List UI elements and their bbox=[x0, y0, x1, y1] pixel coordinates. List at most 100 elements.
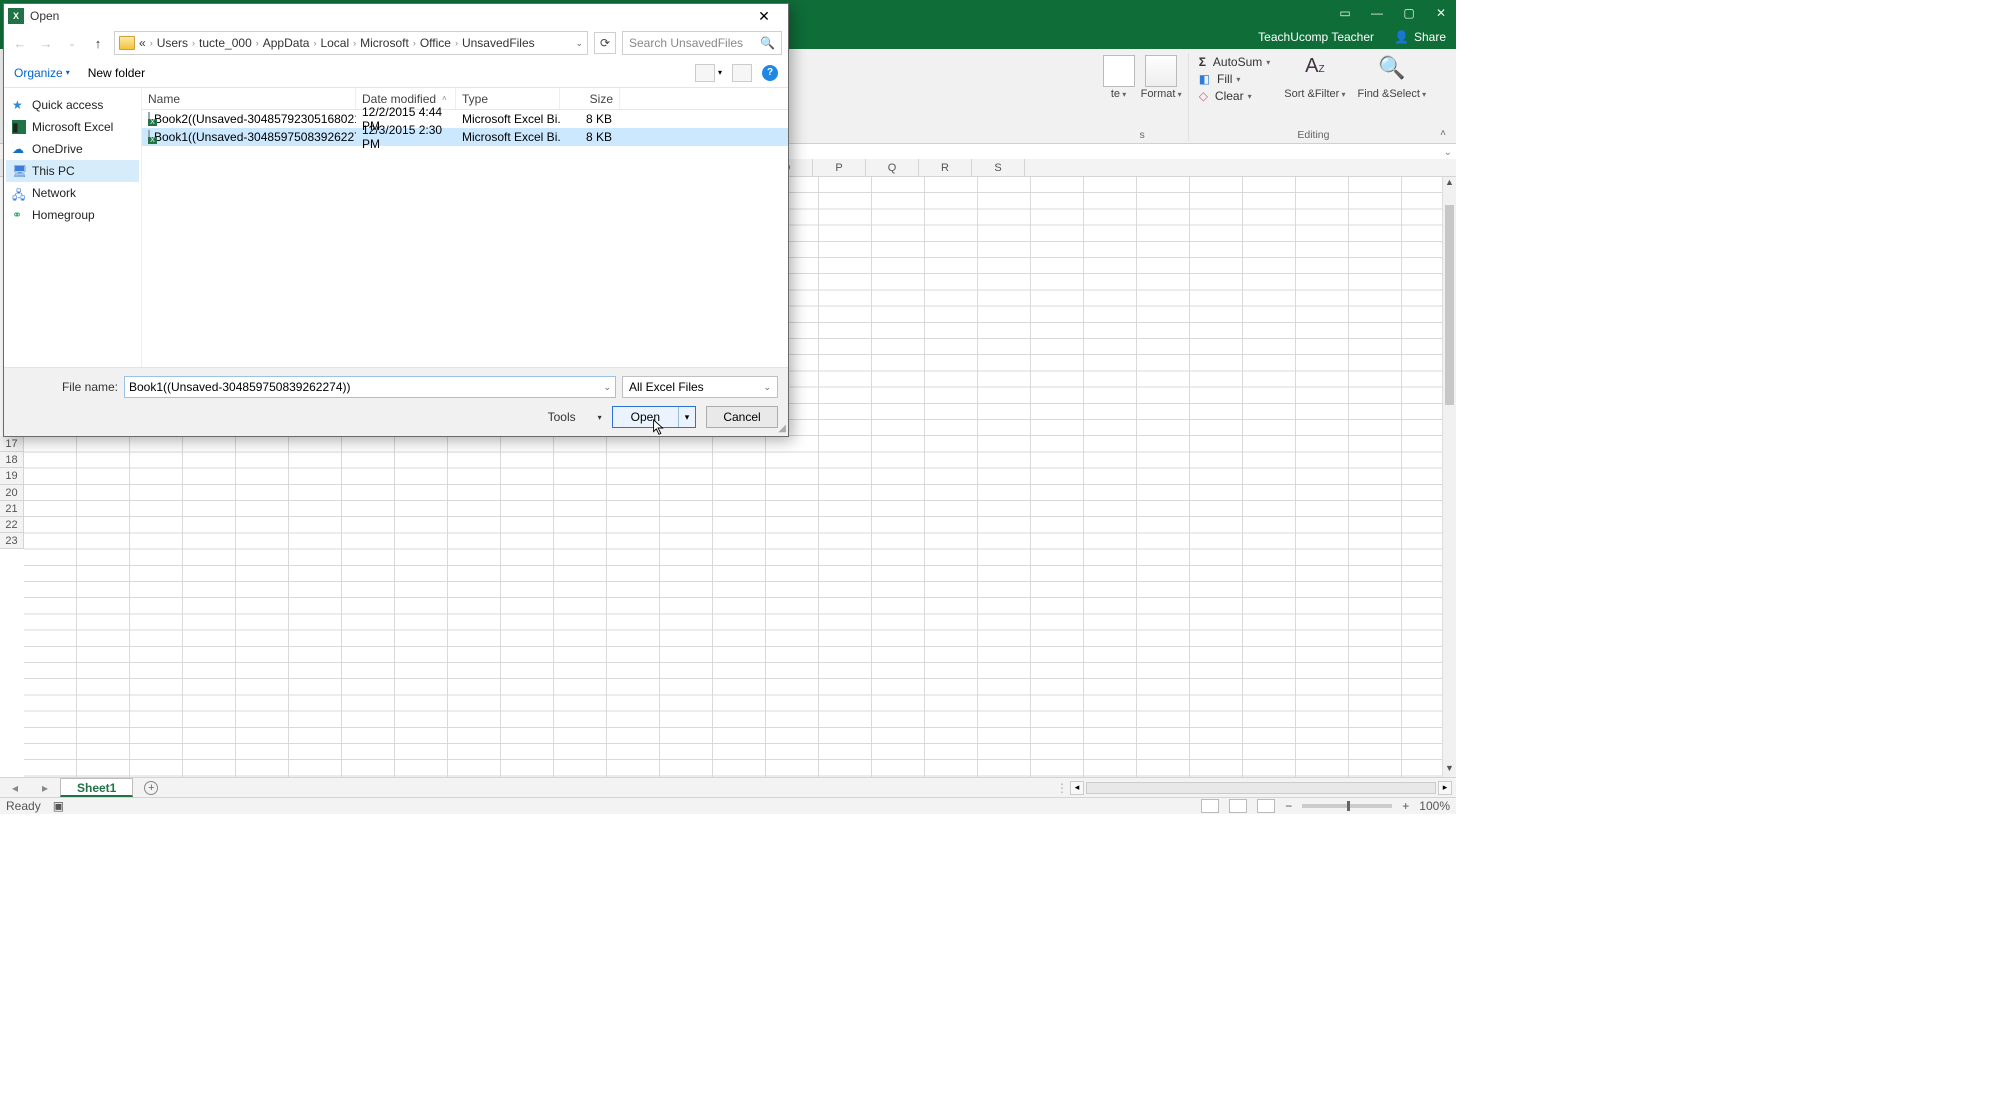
format-button[interactable]: Format bbox=[1141, 53, 1182, 101]
row-header[interactable]: 19 bbox=[0, 468, 24, 484]
zoom-slider[interactable] bbox=[1302, 804, 1392, 808]
search-input[interactable]: Search UnsavedFiles 🔍 bbox=[622, 31, 782, 55]
breadcrumb-sep-icon: › bbox=[353, 38, 356, 48]
scroll-down-icon[interactable]: ▼ bbox=[1443, 763, 1456, 777]
search-placeholder: Search UnsavedFiles bbox=[629, 36, 743, 50]
recent-locations-icon[interactable]: ⌄ bbox=[62, 33, 82, 53]
back-button[interactable]: ← bbox=[10, 33, 30, 53]
close-icon[interactable]: ✕ bbox=[1434, 6, 1448, 20]
sidebar-item[interactable]: 🖥This PC bbox=[6, 160, 139, 182]
zoom-in-icon[interactable]: + bbox=[1402, 799, 1409, 813]
resize-grip-icon[interactable]: ◢ bbox=[778, 423, 786, 434]
col-type[interactable]: Type bbox=[456, 88, 560, 109]
dialog-title: Open bbox=[30, 9, 59, 23]
sidebar-item[interactable]: ▮Microsoft Excel bbox=[6, 116, 139, 138]
view-normal-icon[interactable] bbox=[1201, 799, 1219, 813]
row-header[interactable]: 18 bbox=[0, 452, 24, 468]
breadcrumb-sep-icon: › bbox=[150, 38, 153, 48]
breadcrumb-item[interactable]: Microsoft bbox=[360, 36, 409, 50]
breadcrumb-item[interactable]: UnsavedFiles bbox=[462, 36, 535, 50]
tools-label: Tools bbox=[548, 410, 576, 424]
hscroll-left-icon[interactable]: ◂ bbox=[1070, 781, 1084, 795]
open-button[interactable]: Open ▾ bbox=[612, 406, 696, 428]
col-name[interactable]: Name bbox=[142, 88, 356, 109]
sigma-icon bbox=[1199, 55, 1209, 69]
organize-menu[interactable]: Organize▾ bbox=[14, 66, 70, 80]
tab-nav[interactable]: ◂▸ bbox=[0, 778, 60, 797]
help-icon[interactable]: ? bbox=[762, 65, 778, 81]
horizontal-scrollbar[interactable]: ⋮ ◂ ▸ bbox=[1052, 778, 1456, 797]
zoom-percent[interactable]: 100% bbox=[1419, 799, 1450, 813]
column-header-row[interactable]: Name Date modified˄ Type Size bbox=[142, 88, 788, 110]
hscroll-right-icon[interactable]: ▸ bbox=[1438, 781, 1452, 795]
hscroll-grip-icon[interactable]: ⋮ bbox=[1056, 781, 1068, 795]
dialog-close-button[interactable]: ✕ bbox=[744, 5, 784, 27]
column-header[interactable]: Q bbox=[866, 159, 919, 176]
new-folder-button[interactable]: New folder bbox=[88, 66, 145, 80]
sidebar-item[interactable]: ★Quick access bbox=[6, 94, 139, 116]
ribbon-display-options-icon[interactable]: ▭ bbox=[1338, 6, 1352, 20]
breadcrumb-item[interactable]: AppData bbox=[263, 36, 310, 50]
breadcrumb-item[interactable]: Local bbox=[320, 36, 349, 50]
refresh-button[interactable]: ⟳ bbox=[594, 32, 616, 54]
expand-formula-icon[interactable]: ⌄ bbox=[1444, 147, 1452, 158]
column-header[interactable]: S bbox=[972, 159, 1025, 176]
find-select-button[interactable]: 🔍 Find &Select bbox=[1352, 53, 1433, 103]
tab-sheet1[interactable]: Sheet1 bbox=[60, 778, 133, 797]
filename-dropdown-icon[interactable]: ⌄ bbox=[603, 382, 611, 393]
scroll-thumb[interactable] bbox=[1445, 205, 1454, 405]
breadcrumb-item[interactable]: Users bbox=[157, 36, 188, 50]
minimize-icon[interactable]: — bbox=[1370, 6, 1384, 20]
forward-button[interactable]: → bbox=[36, 33, 56, 53]
filename-input[interactable]: Book1((Unsaved-304859750839262274)) ⌄ bbox=[124, 376, 616, 398]
maximize-icon[interactable]: ▢ bbox=[1402, 6, 1416, 20]
zoom-out-icon[interactable]: − bbox=[1285, 799, 1292, 813]
preview-pane-button[interactable] bbox=[732, 64, 752, 82]
share-button[interactable]: 👤 Share bbox=[1394, 30, 1446, 44]
share-label: Share bbox=[1414, 30, 1446, 44]
column-header[interactable]: R bbox=[919, 159, 972, 176]
macro-record-icon[interactable]: ▣ bbox=[53, 799, 64, 813]
breadcrumb-sep-icon: › bbox=[455, 38, 458, 48]
collapse-ribbon-icon[interactable]: ˄ bbox=[1438, 126, 1448, 141]
breadcrumb-item[interactable]: Office bbox=[420, 36, 451, 50]
col-size[interactable]: Size bbox=[560, 88, 620, 109]
hscroll-track[interactable] bbox=[1086, 782, 1436, 794]
clear-button[interactable]: Clear ▾ bbox=[1199, 89, 1252, 103]
file-row[interactable]: Book1((Unsaved-304859750839262274))12/3/… bbox=[142, 128, 788, 146]
view-page-layout-icon[interactable] bbox=[1229, 799, 1247, 813]
view-page-break-icon[interactable] bbox=[1257, 799, 1275, 813]
tab-prev-icon[interactable]: ◂ bbox=[12, 781, 18, 795]
breadcrumb-item[interactable]: tucte_000 bbox=[199, 36, 252, 50]
filetype-select[interactable]: All Excel Files ⌄ bbox=[622, 376, 778, 398]
delete-button[interactable]: te bbox=[1103, 53, 1135, 101]
row-header[interactable]: 22 bbox=[0, 517, 24, 533]
file-row[interactable]: Book2((Unsaved-304857923051680212))12/2/… bbox=[142, 110, 788, 128]
breadcrumb-dropdown-icon[interactable]: ⌄ bbox=[575, 38, 583, 49]
hg-icon: ⚭ bbox=[12, 208, 26, 222]
row-header[interactable]: 21 bbox=[0, 501, 24, 517]
row-header[interactable]: 17 bbox=[0, 436, 24, 452]
sidebar-item[interactable]: ☁OneDrive bbox=[6, 138, 139, 160]
sort-filter-button[interactable]: AZ Sort &Filter bbox=[1278, 53, 1351, 103]
row-header[interactable]: 23 bbox=[0, 533, 24, 549]
breadcrumb-item[interactable]: « bbox=[139, 36, 146, 50]
view-options-button[interactable]: ▾ bbox=[695, 64, 722, 82]
cancel-button[interactable]: Cancel bbox=[706, 406, 778, 428]
row-header[interactable]: 20 bbox=[0, 485, 24, 501]
fill-button[interactable]: Fill ▾ bbox=[1199, 72, 1241, 86]
open-dropdown-icon[interactable]: ▾ bbox=[679, 407, 695, 427]
up-button[interactable]: ↑ bbox=[88, 33, 108, 53]
xl-icon: ▮ bbox=[12, 120, 26, 134]
new-sheet-button[interactable]: + bbox=[139, 778, 163, 797]
tab-next-icon[interactable]: ▸ bbox=[42, 781, 48, 795]
breadcrumb[interactable]: «›Users›tucte_000›AppData›Local›Microsof… bbox=[114, 31, 588, 55]
vertical-scrollbar[interactable]: ▲ ▼ bbox=[1442, 177, 1456, 777]
sidebar-item[interactable]: ⚭Homegroup bbox=[6, 204, 139, 226]
scroll-up-icon[interactable]: ▲ bbox=[1443, 177, 1456, 191]
autosum-button[interactable]: AutoSum ▾ bbox=[1199, 55, 1271, 69]
pc-icon: 🖥 bbox=[12, 164, 26, 178]
tools-menu[interactable]: Tools▾ bbox=[548, 410, 602, 424]
sidebar-item[interactable]: 🖧Network bbox=[6, 182, 139, 204]
column-header[interactable]: P bbox=[813, 159, 866, 176]
